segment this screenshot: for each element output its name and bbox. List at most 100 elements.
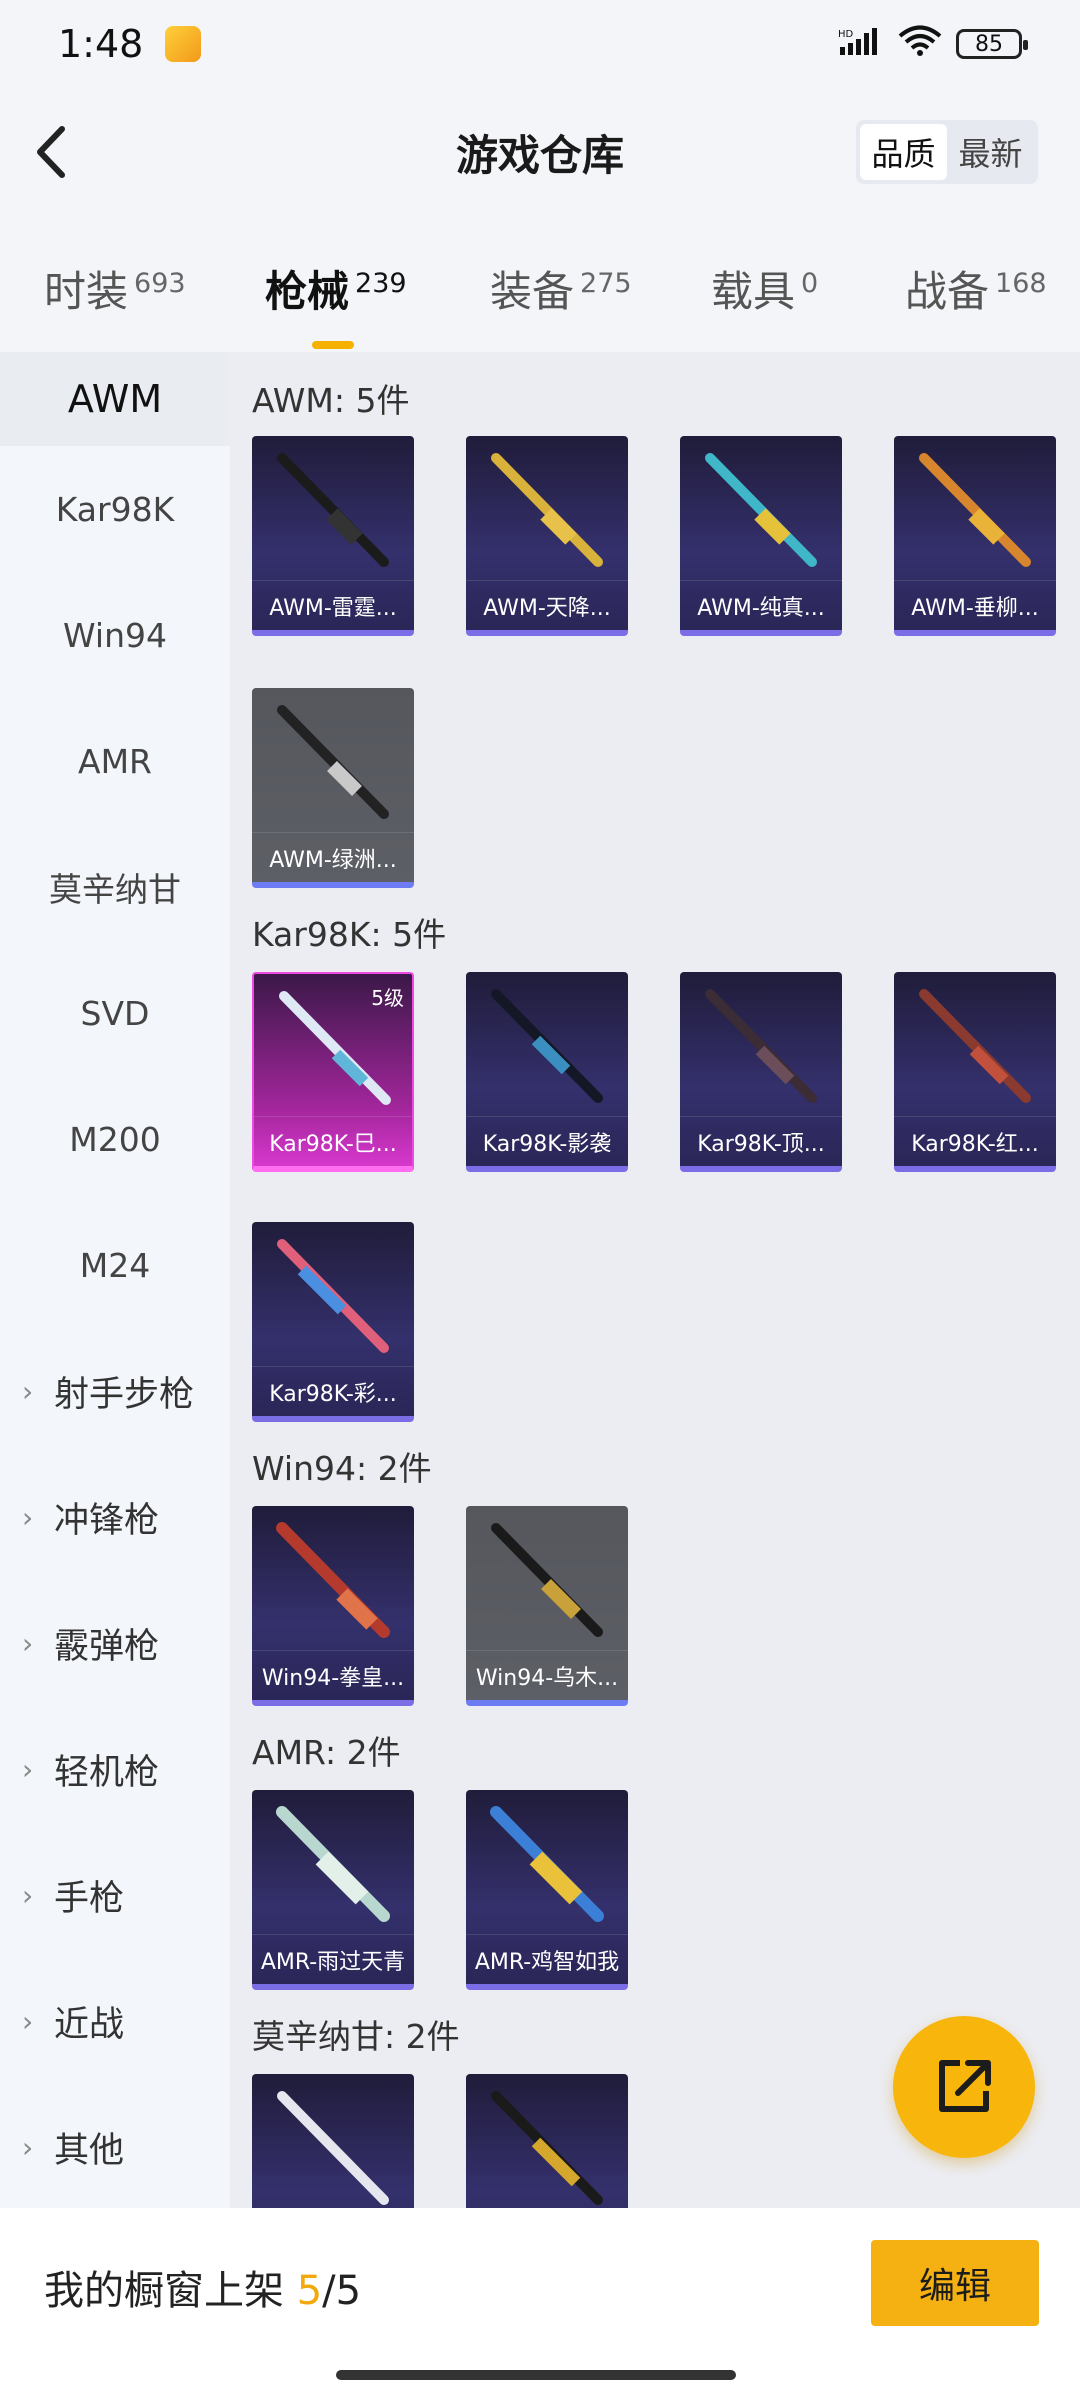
skin-card[interactable]: Kar98K-影袭 [466, 972, 628, 1172]
chevron-right-icon: › [22, 1752, 34, 1786]
sidebar-group-label: 冲锋枪 [54, 1500, 160, 1541]
sidebar-group-smg[interactable]: › 冲锋枪 [0, 1454, 230, 1580]
tab-equipment[interactable]: 装备 275 [490, 258, 632, 319]
sidebar-group-label: 手枪 [54, 1878, 125, 1919]
skin-name: Win94-乌木... [466, 1650, 628, 1700]
skin-name: AWM-垂柳... [894, 580, 1056, 630]
section-title-amr: AMR: 2件 [252, 1733, 401, 1772]
weapon-grid: AWM: 5件 AWM-雷霆... AWM-天降... AWM-纯真... AW… [230, 352, 1080, 2208]
sidebar-item-win94[interactable]: Win94 [0, 572, 230, 698]
skin-name: Win94-拳皇... [252, 1650, 414, 1700]
tab-count: 275 [580, 268, 632, 299]
showcase-status: 我的橱窗上架 5/5 [44, 2258, 361, 2316]
page-title: 游戏仓库 [455, 130, 624, 180]
sidebar-group-pistol[interactable]: › 手枪 [0, 1832, 230, 1958]
rifle-icon [919, 989, 1031, 1103]
share-button[interactable] [893, 2016, 1035, 2158]
sidebar-group-dmr[interactable]: › 射手步枪 [0, 1328, 230, 1454]
tab-label: 载具 [711, 267, 796, 316]
sidebar-group-label: 轻机枪 [54, 1752, 160, 1793]
skin-card[interactable]: Win94-乌木... [466, 1506, 628, 1706]
skin-card[interactable]: AMR-雨过天青 [252, 1790, 414, 1990]
skin-card[interactable] [252, 2074, 414, 2208]
chevron-right-icon: › [22, 1374, 34, 1408]
skin-card[interactable] [466, 2074, 628, 2208]
chevron-right-icon: › [22, 2130, 34, 2164]
rifle-icon [277, 1239, 389, 1353]
signal-icon: HD [838, 22, 884, 66]
rifle-icon [491, 2091, 603, 2205]
rifle-icon [276, 1806, 390, 1922]
chevron-right-icon: › [22, 2004, 34, 2038]
sidebar-group-other[interactable]: › 其他 [0, 2084, 230, 2210]
skin-name: AWM-绿洲... [252, 832, 414, 882]
showcase-total: /5 [322, 2268, 362, 2314]
tab-label: 装备 [490, 267, 575, 316]
skin-name: Kar98K-影袭 [466, 1116, 628, 1166]
section-title-mosin: 莫辛纳甘: 2件 [252, 2017, 460, 2056]
back-button[interactable] [22, 122, 82, 182]
rifle-icon [276, 1522, 390, 1638]
skin-card[interactable]: AWM-纯真... [680, 436, 842, 636]
sort-latest-button[interactable]: 最新 [947, 124, 1034, 180]
skin-card[interactable]: Kar98K-顶... [680, 972, 842, 1172]
tab-vehicles[interactable]: 载具 0 [711, 258, 818, 319]
rifle-icon [705, 453, 817, 567]
skin-name: AWM-雷霆... [252, 580, 414, 630]
sidebar-group-label: 霰弹枪 [54, 1626, 160, 1667]
sidebar-item-mosin[interactable]: 莫辛纳甘 [0, 824, 230, 950]
sidebar-group-melee[interactable]: › 近战 [0, 1958, 230, 2084]
sidebar-item-kar98k[interactable]: Kar98K [0, 446, 230, 572]
skin-name: AMR-雨过天青 [252, 1934, 414, 1984]
category-tabs: 时装 693 枪械 239 装备 275 载具 0 战备 168 [0, 216, 1080, 352]
skin-card[interactable]: Kar98K-红... [894, 972, 1056, 1172]
sidebar-item-m200[interactable]: M200 [0, 1076, 230, 1202]
skin-name: AWM-天降... [466, 580, 628, 630]
skin-card[interactable]: AWM-绿洲... [252, 688, 414, 888]
skin-card[interactable]: 5级 Kar98K-巳... [252, 972, 414, 1172]
skin-card[interactable]: Kar98K-彩... [252, 1222, 414, 1422]
tab-label: 战备 [905, 267, 990, 316]
header: 游戏仓库 品质 最新 [0, 88, 1080, 216]
sidebar-group-label: 射手步枪 [54, 1374, 195, 1415]
skin-name: Kar98K-巳... [254, 1116, 412, 1166]
skin-name: Kar98K-顶... [680, 1116, 842, 1166]
skin-card[interactable]: AWM-雷霆... [252, 436, 414, 636]
battery-icon: 85 [956, 29, 1028, 59]
skin-card[interactable]: AMR-鸡智如我 [466, 1790, 628, 1990]
status-bar: 1:48 HD 85 [0, 0, 1080, 88]
active-tab-indicator [312, 341, 354, 349]
skin-card[interactable]: AWM-天降... [466, 436, 628, 636]
skin-card[interactable]: AWM-垂柳... [894, 436, 1056, 636]
sidebar-item-amr[interactable]: AMR [0, 698, 230, 824]
sort-quality-button[interactable]: 品质 [860, 124, 947, 180]
tab-fashion[interactable]: 时装 693 [44, 258, 186, 319]
tab-battle-prep[interactable]: 战备 168 [905, 258, 1047, 319]
sidebar-item-svd[interactable]: SVD [0, 950, 230, 1076]
tab-count: 0 [801, 268, 819, 299]
skin-name: AMR-鸡智如我 [466, 1934, 628, 1984]
tab-guns[interactable]: 枪械 239 [265, 258, 407, 349]
sidebar-item-m24[interactable]: M24 [0, 1202, 230, 1328]
sidebar-item-awm[interactable]: AWM [0, 352, 230, 446]
rifle-icon [277, 2091, 389, 2205]
edit-button[interactable]: 编辑 [871, 2240, 1039, 2326]
svg-text:HD: HD [838, 29, 854, 40]
rifle-icon [277, 453, 389, 567]
rifle-icon [490, 1806, 604, 1922]
tab-count: 168 [995, 268, 1047, 299]
skin-card[interactable]: Win94-拳皇... [252, 1506, 414, 1706]
section-title-awm: AWM: 5件 [252, 381, 410, 420]
status-icons: HD 85 [838, 22, 1028, 66]
share-icon [939, 2060, 991, 2112]
chevron-right-icon: › [22, 1626, 34, 1660]
home-indicator[interactable] [336, 2370, 736, 2380]
sidebar-group-label: 近战 [54, 2004, 125, 2045]
sort-toggle: 品质 最新 [856, 120, 1038, 184]
showcase-current: 5 [296, 2268, 323, 2314]
sidebar-group-lmg[interactable]: › 轻机枪 [0, 1706, 230, 1832]
rifle-icon [491, 453, 603, 567]
wifi-icon [898, 22, 942, 66]
skin-name: AWM-纯真... [680, 580, 842, 630]
sidebar-group-shotgun[interactable]: › 霰弹枪 [0, 1580, 230, 1706]
